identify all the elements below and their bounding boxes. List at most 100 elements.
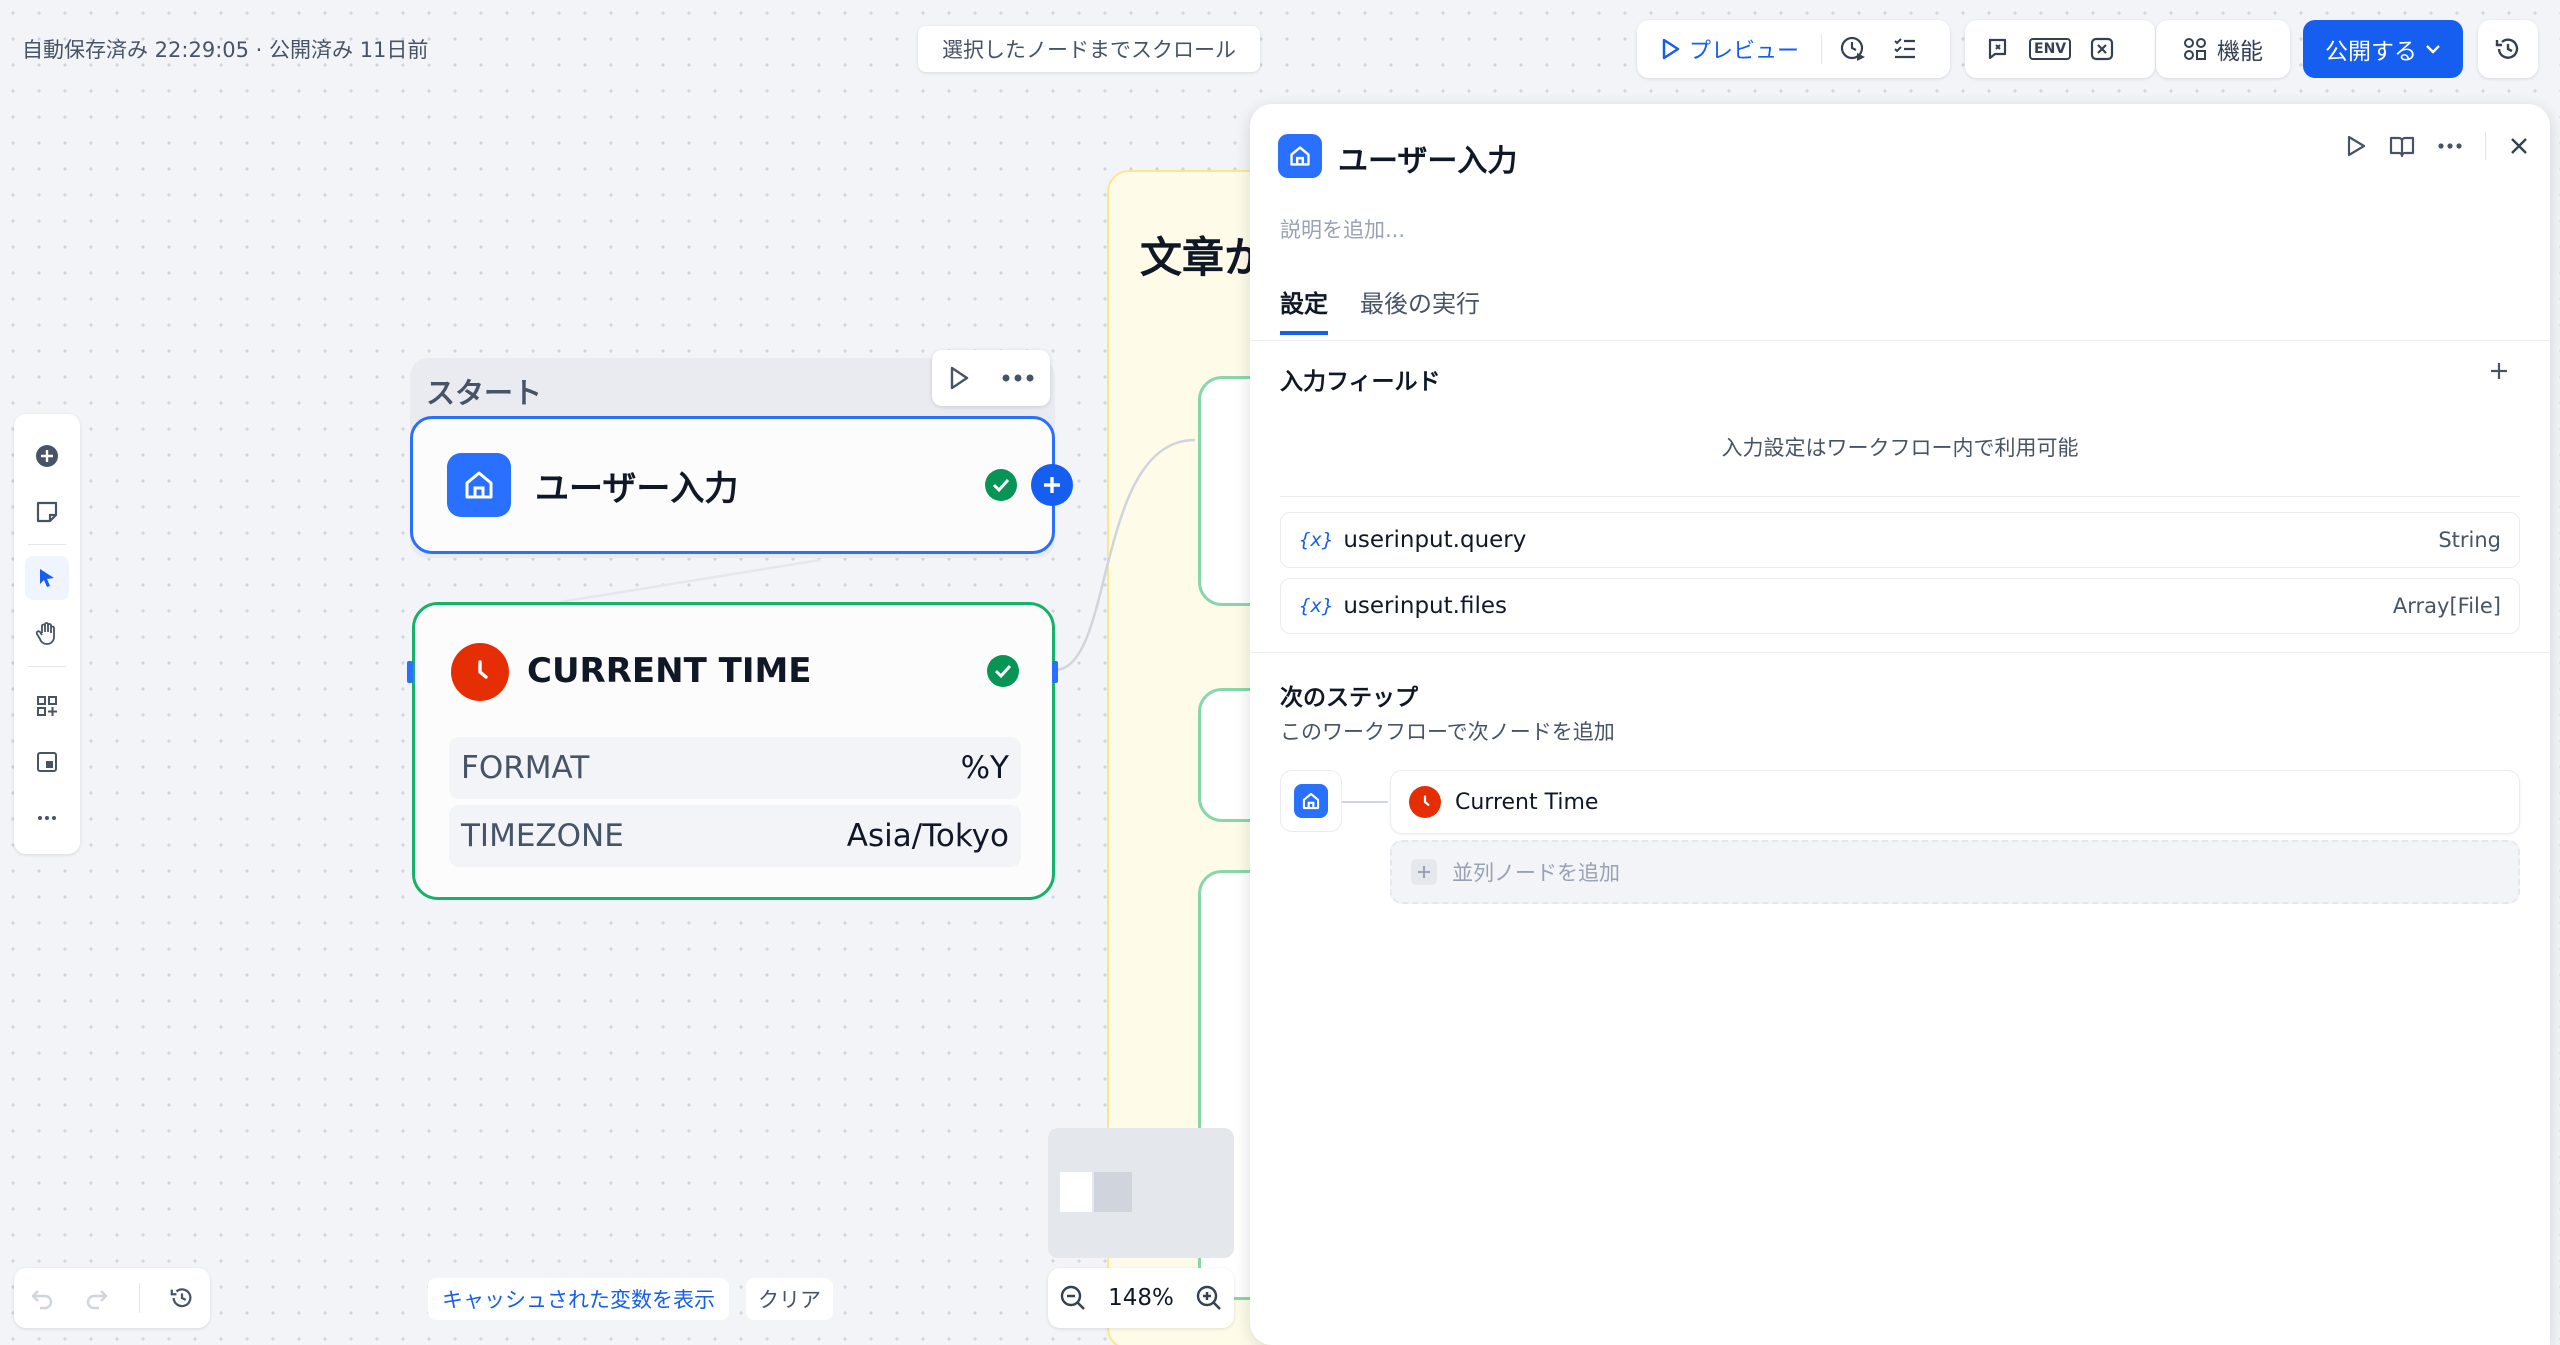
chevron-down-icon [2426,45,2440,54]
organize-button[interactable] [25,684,69,728]
global-vars-button[interactable] [2081,28,2123,70]
note-add-icon [36,501,58,523]
publish-label: 公開する [2325,39,2417,65]
node-controls [932,350,1050,406]
minimap-node [1094,1172,1132,1212]
env-vars-button[interactable]: ENV [2029,28,2072,70]
panel-title[interactable]: ユーザー入力 [1338,136,1517,180]
history-controls [14,1268,210,1328]
edge-lines [1055,438,1196,672]
env-icon: ENV [2029,38,2072,60]
more-horizontal-icon[interactable] [1001,373,1035,383]
tools-divider [28,666,66,667]
preview-button[interactable]: プレビュー [1649,28,1811,70]
variable-type: Array[File] [2392,594,2501,618]
variable-row[interactable]: {x} userinput.query String [1280,512,2520,568]
description-input[interactable]: 説明を追加... [1280,214,1405,244]
close-icon[interactable] [2508,135,2530,157]
plus-circle-icon [36,445,58,467]
variable-icon: {x} [1299,595,1334,617]
scroll-to-node-button[interactable]: 選択したノードまでスクロール [918,26,1260,72]
home-icon [447,453,511,517]
run-toolbar: プレビュー [1637,20,1950,78]
zoom-level[interactable]: 148% [1108,1285,1174,1311]
home-icon [1294,784,1328,818]
actions-divider [2485,132,2486,160]
plus-icon [1044,477,1060,493]
run-node-icon[interactable] [947,365,971,391]
hand-mode-button[interactable] [25,612,69,656]
book-open-icon[interactable] [2389,134,2415,158]
plus-icon [2491,363,2507,379]
next-step-connector [1342,801,1388,803]
features-button[interactable]: 機能 [2156,20,2290,78]
version-history-button[interactable] [2478,20,2538,78]
user-input-node[interactable]: ユーザー入力 [410,416,1055,554]
zoom-in-icon[interactable] [1195,1284,1223,1312]
minimap-icon [37,752,57,772]
home-icon [1278,134,1322,178]
next-node-card[interactable]: Current Time [1390,770,2520,834]
cursor-icon [40,569,54,587]
minimap[interactable] [1048,1128,1234,1258]
publish-button[interactable]: 公開する [2303,20,2463,78]
row-value: Asia/Tokyo [846,818,1009,854]
chat-x-icon [1988,38,2007,60]
checklist-button[interactable] [1884,28,1926,70]
autosave-status: 自動保存済み 22:29:05 · 公開済み 11日前 [22,38,429,62]
redo-icon[interactable] [84,1285,110,1311]
features-label: 機能 [2217,39,2263,65]
play-icon[interactable] [2345,134,2367,158]
start-label: スタート [426,376,543,410]
row-value: %Y [960,750,1009,786]
next-step-desc: このワークフローで次ノードを追加 [1280,720,1615,744]
history-icon [2495,38,2519,59]
format-row: FORMAT %Y [449,737,1021,799]
next-step-title: 次のステップ [1280,685,1418,711]
history-icon[interactable] [169,1285,195,1311]
row-key: TIMEZONE [461,818,624,854]
add-input-field-button[interactable] [2488,360,2510,382]
play-icon [1662,38,1680,60]
input-info-text: 入力設定はワークフロー内で利用可能 [1721,436,2079,460]
variables-toolbar: ENV [1965,20,2155,78]
check-circle-icon [985,469,1017,501]
run-history-button[interactable] [1832,28,1874,70]
add-node-button[interactable] [25,434,69,478]
variable-type: String [2438,528,2501,552]
check-circle-icon [987,655,1019,687]
variable-box-icon [2091,37,2114,61]
node-title: ユーザー入力 [535,468,739,509]
tab-settings[interactable]: 設定 [1280,284,1328,335]
clock-icon [451,643,509,701]
current-time-node[interactable]: CURRENT TIME FORMAT %Y TIMEZONE Asia/Tok… [407,602,1058,900]
target-handle[interactable] [407,661,413,683]
hand-icon [35,622,55,645]
zoom-controls: 148% [1048,1268,1234,1328]
undo-icon[interactable] [29,1285,55,1311]
node-settings-panel: ユーザー入力 説明を追加... 設定 最後の実行 入力フィールド 入力設定はワー… [1250,104,2550,1345]
add-parallel-node-button[interactable]: 並列ノードを追加 [1390,840,2520,904]
preview-label: プレビュー [1689,39,1800,64]
add-note-button[interactable] [25,490,69,534]
toolbar-divider [139,1283,141,1313]
add-next-node-handle[interactable] [1031,464,1073,506]
timezone-row: TIMEZONE Asia/Tokyo [449,805,1021,867]
variable-row[interactable]: {x} userinput.files Array[File] [1280,578,2520,634]
panel-actions [2345,132,2530,160]
zoom-out-icon[interactable] [1059,1284,1087,1312]
pointer-mode-button[interactable] [25,556,69,600]
tools-divider [28,544,66,545]
more-tools-button[interactable] [25,796,69,840]
minimap-toggle-button[interactable] [25,740,69,784]
source-handle[interactable] [1052,661,1058,683]
show-cached-vars-button[interactable]: キャッシュされた変数を表示 [428,1278,729,1320]
clear-button[interactable]: クリア [746,1278,833,1320]
more-horizontal-icon[interactable] [2437,142,2463,150]
conversation-vars-button[interactable] [1977,28,2019,70]
tab-last-run[interactable]: 最後の実行 [1360,284,1480,335]
next-node-name: Current Time [1455,789,1599,815]
node-title: CURRENT TIME [527,651,812,691]
clock-play-icon [1840,36,1866,61]
panel-tabs: 設定 最後の実行 [1280,284,1480,335]
